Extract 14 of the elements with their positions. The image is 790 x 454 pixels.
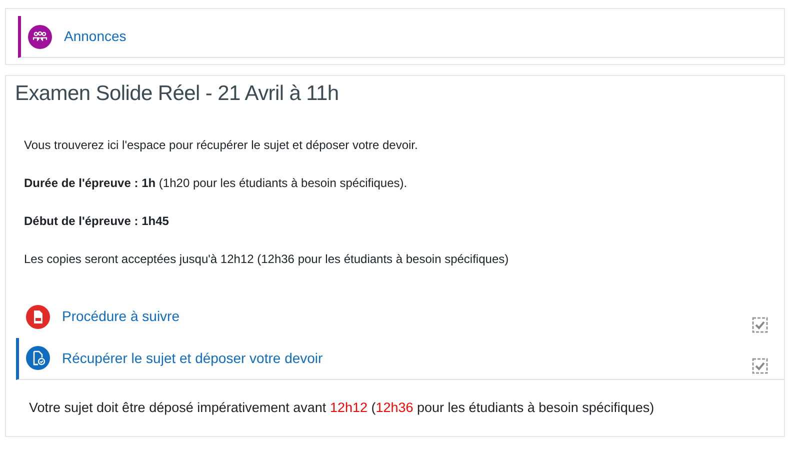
file-check-icon (26, 346, 50, 370)
paragraph: Début de l'épreuve : 1h45 (24, 212, 170, 230)
notice-text: Votre sujet doit être déposé impérativement avant 12h12 (12h36 pour les étudiants à besoin spécifiques) (28, 398, 656, 417)
section-title: Examen Solide Réel - 21 Avril à 11h (15, 81, 340, 107)
pdf-file-icon (26, 304, 50, 328)
paragraph: Durée de l'épreuve : 1h (1h20 pour les étudiants à besoin spécifiques). (24, 174, 408, 192)
activity-link[interactable]: Récupérer le sujet et déposer votre devoir (62, 348, 323, 368)
activity-link[interactable]: Procédure à suivre (62, 306, 180, 327)
people-icon (28, 24, 52, 48)
paragraph: Vous trouverez ici l'espace pour récupérer le sujet et déposer votre devoir. (24, 136, 419, 154)
completion-checkbox[interactable] (752, 316, 768, 332)
paragraph: Les copies seront acceptées jusqu'à 12h12 (12h36 pour les étudiants à besoin spécifiques) (24, 250, 510, 268)
activity-link[interactable]: Annonces (64, 26, 126, 47)
completion-checkbox[interactable] (752, 358, 768, 374)
